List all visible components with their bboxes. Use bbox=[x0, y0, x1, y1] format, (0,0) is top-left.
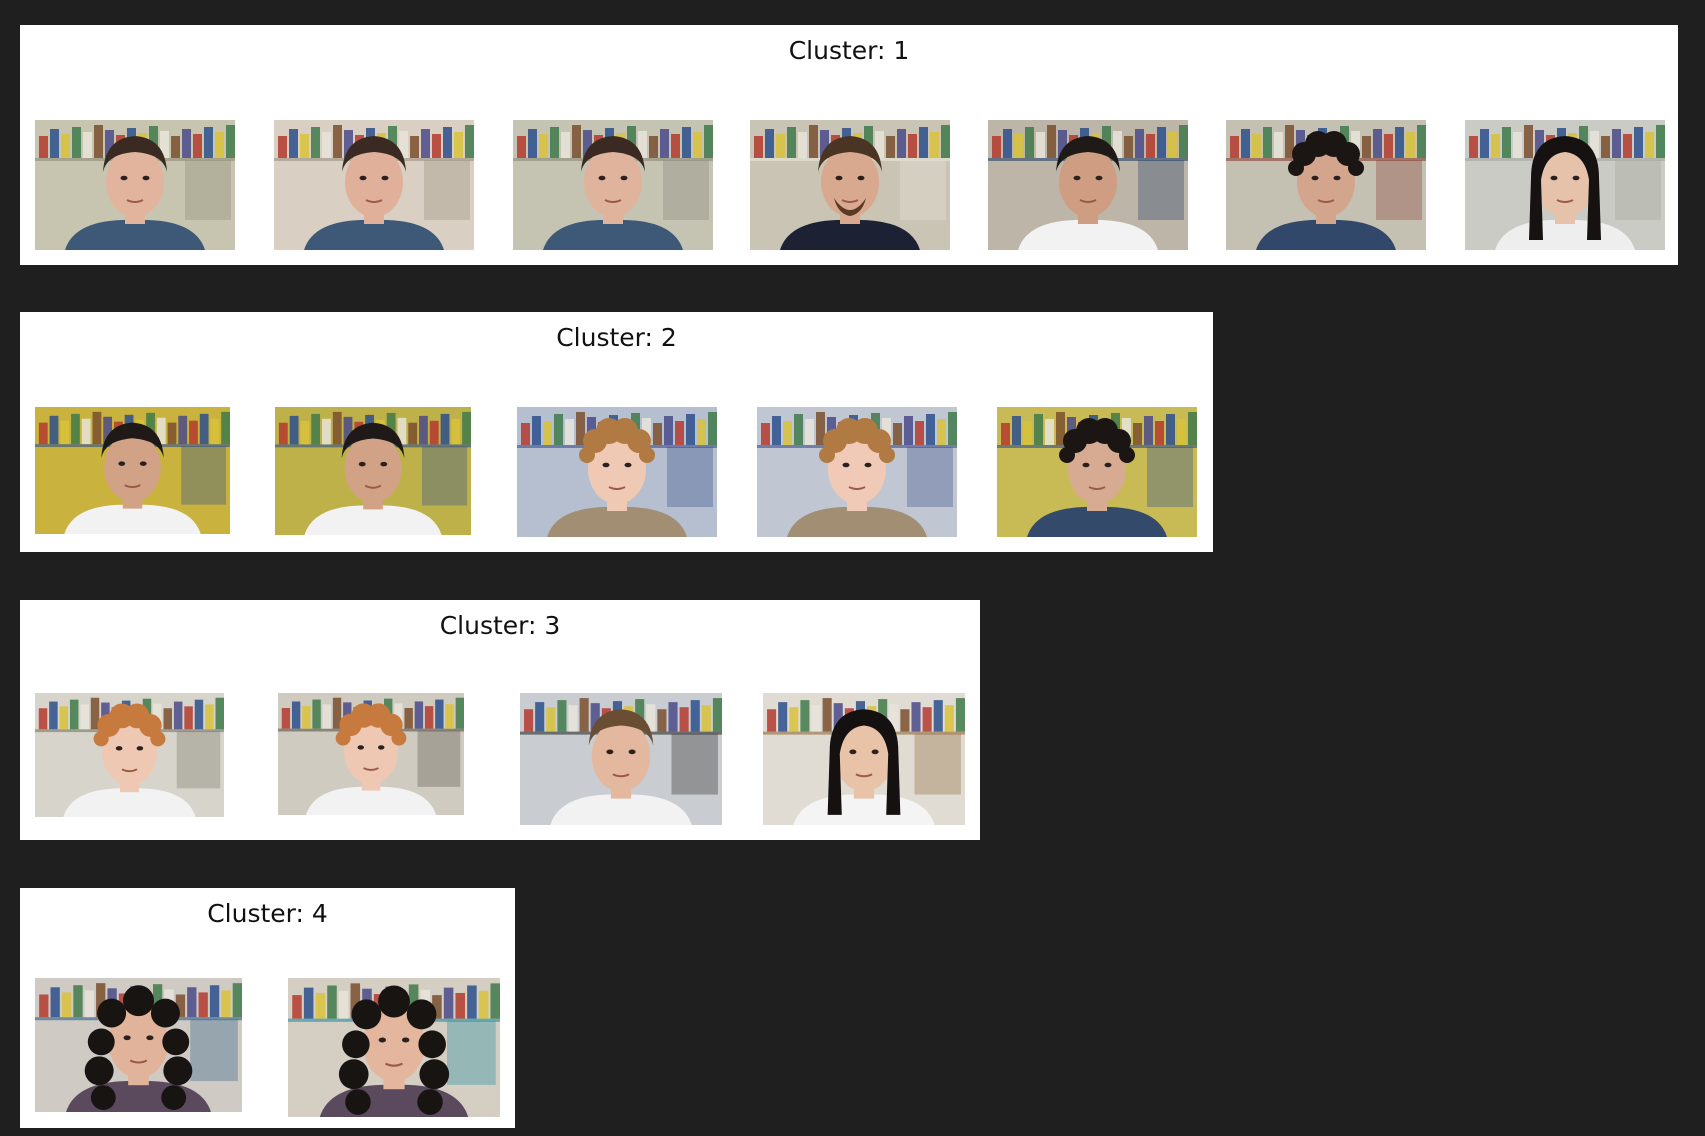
cluster-panel-4: Cluster: 4 bbox=[20, 888, 515, 1128]
face-image bbox=[988, 120, 1188, 250]
face-image bbox=[1226, 120, 1426, 250]
cluster-title: Cluster: 3 bbox=[439, 611, 561, 640]
cluster-panel-3: Cluster: 3 bbox=[20, 600, 980, 840]
cluster-title: Cluster: 4 bbox=[207, 899, 328, 928]
cluster-title: Cluster: 1 bbox=[788, 36, 910, 65]
face-image bbox=[513, 120, 713, 250]
face-image bbox=[750, 120, 950, 250]
face-image bbox=[1465, 120, 1665, 250]
face-image bbox=[35, 120, 235, 250]
face-image bbox=[35, 978, 242, 1112]
face-image bbox=[35, 407, 230, 534]
face-image bbox=[757, 407, 957, 537]
face-image bbox=[275, 407, 471, 535]
face-image bbox=[763, 693, 965, 825]
face-image bbox=[520, 693, 722, 825]
face-image bbox=[35, 693, 224, 817]
face-image bbox=[517, 407, 717, 537]
cluster-title: Cluster: 2 bbox=[556, 323, 677, 352]
face-image bbox=[278, 693, 464, 815]
cluster-panel-2: Cluster: 2 bbox=[20, 312, 1213, 552]
face-image bbox=[997, 407, 1197, 537]
cluster-panel-1: Cluster: 1 bbox=[20, 25, 1678, 265]
face-image bbox=[288, 978, 500, 1117]
face-image bbox=[274, 120, 474, 250]
